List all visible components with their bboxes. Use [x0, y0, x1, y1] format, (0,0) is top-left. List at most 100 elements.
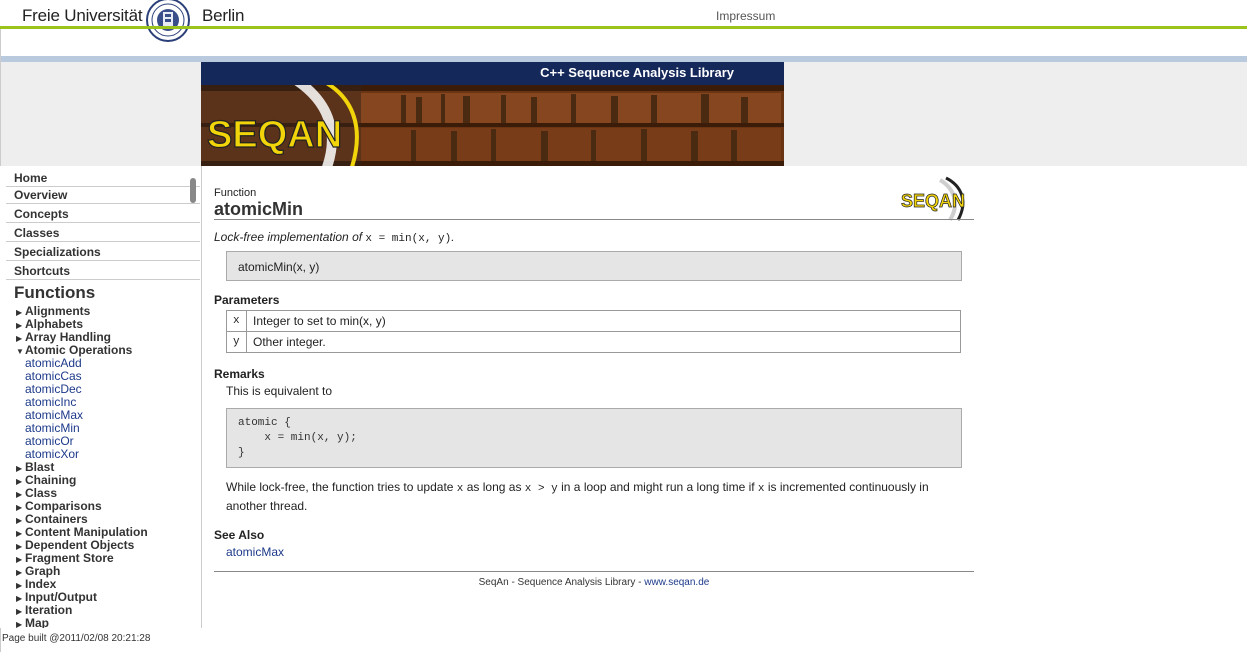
function-link-atomicxor[interactable]: atomicXor: [25, 447, 79, 461]
banner-title: C++ Sequence Analysis Library: [540, 65, 734, 80]
footer-divider: [214, 571, 974, 572]
expand-triangle-icon[interactable]: ▶: [16, 529, 25, 538]
category-label[interactable]: Map: [25, 616, 49, 628]
impressum-link[interactable]: Impressum: [716, 9, 775, 23]
library-bookshelf-image: SEQAN: [201, 85, 784, 166]
expand-triangle-icon[interactable]: ▶: [16, 568, 25, 577]
category-class[interactable]: ▶ Class: [16, 486, 57, 500]
nav-specializations-link[interactable]: Specializations: [14, 245, 101, 259]
see-also-link-atomicmax[interactable]: atomicMax: [226, 545, 284, 559]
function-link-atomicinc[interactable]: atomicInc: [25, 395, 76, 409]
expand-triangle-icon[interactable]: ▶: [16, 555, 25, 564]
remarks-intro: This is equivalent to: [226, 384, 333, 398]
category-map[interactable]: ▶ Map: [16, 616, 49, 628]
category-label[interactable]: Class: [25, 486, 57, 500]
category-atomic-operations[interactable]: ▼Atomic Operations: [16, 343, 132, 357]
category-alphabets[interactable]: ▶ Alphabets: [16, 317, 83, 331]
category-label[interactable]: Chaining: [25, 473, 76, 487]
expand-triangle-icon[interactable]: ▶: [16, 607, 25, 616]
summary-code: x = min(x, y): [365, 233, 452, 245]
category-array-handling[interactable]: ▶ Array Handling: [16, 330, 111, 344]
nav-overview-link[interactable]: Overview: [14, 188, 67, 202]
function-link-atomicdec[interactable]: atomicDec: [25, 382, 82, 396]
category-label[interactable]: Comparisons: [25, 499, 102, 513]
expand-triangle-icon[interactable]: ▶: [16, 464, 25, 473]
nav-item-shortcuts[interactable]: Shortcuts: [6, 261, 200, 280]
category-alignments[interactable]: ▶ Alignments: [16, 304, 90, 318]
nav-home-link[interactable]: Home: [14, 171, 47, 185]
see-also-heading: See Also: [214, 528, 265, 542]
page-built-timestamp: Page built @2011/02/08 20:21:28: [2, 633, 151, 644]
category-label[interactable]: Iteration: [25, 603, 72, 617]
category-label[interactable]: Alignments: [25, 304, 90, 318]
nav-item-overview[interactable]: Overview: [6, 185, 200, 204]
parameters-heading: Parameters: [214, 293, 280, 307]
seqan-logo-small-text: SEQAN: [901, 191, 965, 211]
summary-text: Lock-free implementation of: [214, 230, 366, 244]
category-label[interactable]: Alphabets: [25, 317, 83, 331]
para-code: x > y: [524, 483, 558, 495]
expand-triangle-icon[interactable]: ▶: [16, 477, 25, 486]
category-label[interactable]: Containers: [25, 512, 88, 526]
para-text: as long as: [463, 480, 525, 494]
nav-shortcuts-link[interactable]: Shortcuts: [14, 264, 70, 278]
category-label[interactable]: Dependent Objects: [25, 538, 134, 552]
function-link-atomicadd[interactable]: atomicAdd: [25, 356, 82, 370]
nav-item-concepts[interactable]: Concepts: [6, 204, 200, 223]
nav-item-specializations[interactable]: Specializations: [6, 242, 200, 261]
sidebar-scrollbar[interactable]: [190, 178, 196, 203]
page-title: atomicMin: [214, 199, 304, 219]
entity-kind: Function: [214, 187, 257, 199]
category-content-manipulation[interactable]: ▶ Content Manipulation: [16, 525, 148, 539]
expand-triangle-icon[interactable]: ▶: [16, 516, 25, 525]
function-link-atomicmin[interactable]: atomicMin: [25, 421, 80, 435]
category-label[interactable]: Input/Output: [25, 590, 97, 604]
category-label[interactable]: Content Manipulation: [25, 525, 148, 539]
banner-title-bar: C++ Sequence Analysis Library: [201, 62, 784, 85]
expand-triangle-icon[interactable]: ▶: [16, 503, 25, 512]
category-label[interactable]: Array Handling: [25, 330, 111, 344]
nav-classes-link[interactable]: Classes: [14, 226, 59, 240]
footer-text: SeqAn - Sequence Analysis Library -: [478, 577, 645, 588]
expand-triangle-icon[interactable]: ▶: [16, 321, 25, 330]
expand-triangle-icon[interactable]: ▶: [16, 308, 25, 317]
function-link-atomiccas[interactable]: atomicCas: [25, 369, 82, 383]
nav-concepts-link[interactable]: Concepts: [14, 207, 69, 221]
category-label[interactable]: Graph: [25, 564, 60, 578]
footer-website-link[interactable]: www.seqan.de: [644, 577, 709, 588]
param-description: Other integer.: [246, 331, 961, 353]
category-dependent-objects[interactable]: ▶ Dependent Objects: [16, 538, 134, 552]
code-example-box: atomic { x = min(x, y); }: [226, 408, 962, 468]
category-input-output[interactable]: ▶ Input/Output: [16, 590, 97, 604]
category-label[interactable]: Index: [25, 577, 56, 591]
function-link-atomicmax[interactable]: atomicMax: [25, 408, 83, 422]
category-label[interactable]: Fragment Store: [25, 551, 114, 565]
category-graph[interactable]: ▶ Graph: [16, 564, 60, 578]
expand-triangle-icon[interactable]: ▶: [16, 490, 25, 499]
category-label[interactable]: Atomic Operations: [25, 343, 132, 357]
function-link-atomicor[interactable]: atomicOr: [25, 434, 74, 448]
category-blast[interactable]: ▶ Blast: [16, 460, 54, 474]
para-code: x: [757, 483, 765, 495]
expand-triangle-icon[interactable]: ▶: [16, 334, 25, 343]
function-summary: Lock-free implementation of x = min(x, y…: [214, 230, 455, 245]
seqan-logo-icon: SEQAN: [901, 176, 965, 222]
category-label[interactable]: Blast: [25, 460, 54, 474]
category-containers[interactable]: ▶ Containers: [16, 512, 88, 526]
seqan-banner: C++ Sequence Analysis Library SEQAN: [201, 62, 784, 166]
seqan-logo-text: SEQAN: [207, 114, 342, 156]
nav-item-classes[interactable]: Classes: [6, 223, 200, 242]
expand-triangle-icon[interactable]: ▶: [16, 542, 25, 551]
functions-heading: Functions: [14, 283, 96, 302]
param-description: Integer to set to min(x, y): [246, 310, 961, 332]
collapse-triangle-icon[interactable]: ▼: [16, 347, 25, 356]
category-iteration[interactable]: ▶ Iteration: [16, 603, 72, 617]
category-index[interactable]: ▶ Index: [16, 577, 56, 591]
expand-triangle-icon[interactable]: ▶: [16, 620, 25, 628]
university-name-right: Berlin: [202, 6, 245, 25]
category-chaining[interactable]: ▶ Chaining: [16, 473, 76, 487]
category-fragment-store[interactable]: ▶ Fragment Store: [16, 551, 114, 565]
category-comparisons[interactable]: ▶ Comparisons: [16, 499, 102, 513]
expand-triangle-icon[interactable]: ▶: [16, 594, 25, 603]
expand-triangle-icon[interactable]: ▶: [16, 581, 25, 590]
